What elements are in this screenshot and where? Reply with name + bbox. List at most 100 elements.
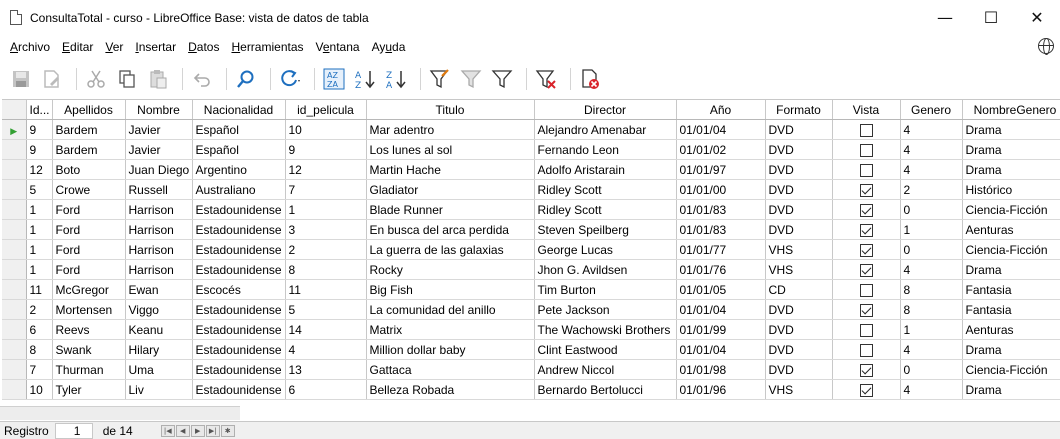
table-row[interactable]: 10 Tyler Liv Estadounidense 6 Belleza Robada B… <box>2 379 1060 400</box>
column-header[interactable]: Director <box>534 99 677 120</box>
cell-anio[interactable]: 01/01/98 <box>676 359 766 380</box>
cell-titulo[interactable]: Blade Runner <box>366 199 535 220</box>
cell-director[interactable]: Tim Burton <box>534 279 677 300</box>
column-header[interactable]: NombreGenero <box>962 99 1060 120</box>
cell-titulo[interactable]: Big Fish <box>366 279 535 300</box>
cell-apellidos[interactable]: Reevs <box>52 319 126 340</box>
cell-genero[interactable]: 0 <box>900 359 963 380</box>
table-row[interactable]: 6 Reevs Keanu Estadounidense 14 Matrix The Wac… <box>2 319 1060 340</box>
cell-anio[interactable]: 01/01/83 <box>676 199 766 220</box>
cell-formato[interactable]: VHS <box>765 259 833 280</box>
cell-genero[interactable]: 8 <box>900 299 963 320</box>
next-record-icon[interactable]: ▶ <box>190 424 205 437</box>
cell-vista[interactable] <box>832 199 901 220</box>
cell-director[interactable]: Ridley Scott <box>534 179 677 200</box>
table-row[interactable]: 5 Crowe Russell Australiano 7 Gladiator Ridley… <box>2 179 1060 200</box>
vista-checkbox[interactable] <box>859 163 873 177</box>
cell-genero[interactable]: 0 <box>900 239 963 260</box>
cell-genero[interactable]: 4 <box>900 339 963 360</box>
cell-id[interactable]: 12 <box>26 159 53 180</box>
column-header[interactable]: id_pelicula <box>285 99 367 120</box>
edit-icon[interactable] <box>39 66 65 92</box>
cell-anio[interactable]: 01/01/04 <box>676 299 766 320</box>
delete-record-icon[interactable] <box>577 66 603 92</box>
cell-id[interactable]: 1 <box>26 239 53 260</box>
row-header[interactable] <box>2 239 27 260</box>
cell-nacionalidad[interactable]: Español <box>192 139 286 160</box>
cell-id-pelicula[interactable]: 10 <box>285 119 367 140</box>
cell-director[interactable]: Ridley Scott <box>534 199 677 220</box>
cell-apellidos[interactable]: Ford <box>52 219 126 240</box>
cell-nacionalidad[interactable]: Estadounidense <box>192 299 286 320</box>
cell-nacionalidad[interactable]: Escocés <box>192 279 286 300</box>
cell-id-pelicula[interactable]: 8 <box>285 259 367 280</box>
column-header[interactable]: Id... <box>26 99 53 120</box>
cell-id[interactable]: 7 <box>26 359 53 380</box>
cell-formato[interactable]: DVD <box>765 179 833 200</box>
cell-nacionalidad[interactable]: Estadounidense <box>192 379 286 400</box>
column-header[interactable]: Nombre <box>125 99 193 120</box>
record-number-field[interactable]: 1 <box>54 422 93 439</box>
cell-apellidos[interactable]: Bardem <box>52 139 126 160</box>
cell-apellidos[interactable]: McGregor <box>52 279 126 300</box>
column-header[interactable]: Genero <box>900 99 963 120</box>
vista-checkbox[interactable] <box>859 283 873 297</box>
autofilter-icon[interactable] <box>427 66 453 92</box>
cell-vista[interactable] <box>832 319 901 340</box>
find-icon[interactable] <box>233 66 259 92</box>
table-row[interactable]: 1 Ford Harrison Estadounidense 2 La guerra de… <box>2 239 1060 260</box>
cell-vista[interactable] <box>832 219 901 240</box>
menu-item-6[interactable]: Ventana <box>310 40 366 54</box>
cell-id[interactable]: 1 <box>26 259 53 280</box>
cell-id[interactable]: 10 <box>26 379 53 400</box>
vista-checkbox[interactable] <box>859 363 873 377</box>
cell-formato[interactable]: VHS <box>765 239 833 260</box>
cell-titulo[interactable]: Martin Hache <box>366 159 535 180</box>
vista-checkbox[interactable] <box>859 183 873 197</box>
cell-id-pelicula[interactable]: 4 <box>285 339 367 360</box>
cell-genero[interactable]: 4 <box>900 259 963 280</box>
cell-nombre[interactable]: Juan Diego <box>125 159 193 180</box>
cell-titulo[interactable]: La guerra de las galaxias <box>366 239 535 260</box>
cell-titulo[interactable]: Gladiator <box>366 179 535 200</box>
cell-nombre-genero[interactable]: Drama <box>962 119 1060 140</box>
column-header[interactable]: Apellidos <box>52 99 126 120</box>
cell-apellidos[interactable]: Ford <box>52 199 126 220</box>
cell-id[interactable]: 8 <box>26 339 53 360</box>
cell-id-pelicula[interactable]: 13 <box>285 359 367 380</box>
cell-formato[interactable]: DVD <box>765 359 833 380</box>
cell-nombre[interactable]: Ewan <box>125 279 193 300</box>
cell-director[interactable]: George Lucas <box>534 239 677 260</box>
row-header[interactable] <box>2 299 27 320</box>
cell-nacionalidad[interactable]: Estadounidense <box>192 259 286 280</box>
row-header[interactable] <box>2 139 27 160</box>
standard-filter-icon[interactable] <box>458 66 484 92</box>
cell-genero[interactable]: 4 <box>900 119 963 140</box>
cell-titulo[interactable]: La comunidad del anillo <box>366 299 535 320</box>
cell-id-pelicula[interactable]: 3 <box>285 219 367 240</box>
column-header[interactable]: Nacionalidad <box>192 99 286 120</box>
row-header[interactable] <box>2 359 27 380</box>
cell-id-pelicula[interactable]: 7 <box>285 179 367 200</box>
cell-vista[interactable] <box>832 299 901 320</box>
cell-director[interactable]: Clint Eastwood <box>534 339 677 360</box>
cell-apellidos[interactable]: Mortensen <box>52 299 126 320</box>
cell-nombre[interactable]: Russell <box>125 179 193 200</box>
cell-genero[interactable]: 1 <box>900 219 963 240</box>
cell-titulo[interactable]: Gattaca <box>366 359 535 380</box>
cell-formato[interactable]: DVD <box>765 219 833 240</box>
cell-id[interactable]: 5 <box>26 179 53 200</box>
table-row[interactable]: ▶ 9 Bardem Javier Español 10 Mar adentro Alejan… <box>2 119 1060 140</box>
refresh-icon[interactable] <box>277 66 303 92</box>
cell-titulo[interactable]: Matrix <box>366 319 535 340</box>
cell-anio[interactable]: 01/01/04 <box>676 119 766 140</box>
cell-anio[interactable]: 01/01/04 <box>676 339 766 360</box>
cell-nombre-genero[interactable]: Drama <box>962 259 1060 280</box>
cell-nombre[interactable]: Keanu <box>125 319 193 340</box>
sort-ascending-icon[interactable]: AZ <box>352 66 378 92</box>
cell-apellidos[interactable]: Tyler <box>52 379 126 400</box>
cell-nombre[interactable]: Harrison <box>125 259 193 280</box>
cell-anio[interactable]: 01/01/77 <box>676 239 766 260</box>
column-header[interactable]: Año <box>676 99 766 120</box>
column-header[interactable]: Formato <box>765 99 833 120</box>
